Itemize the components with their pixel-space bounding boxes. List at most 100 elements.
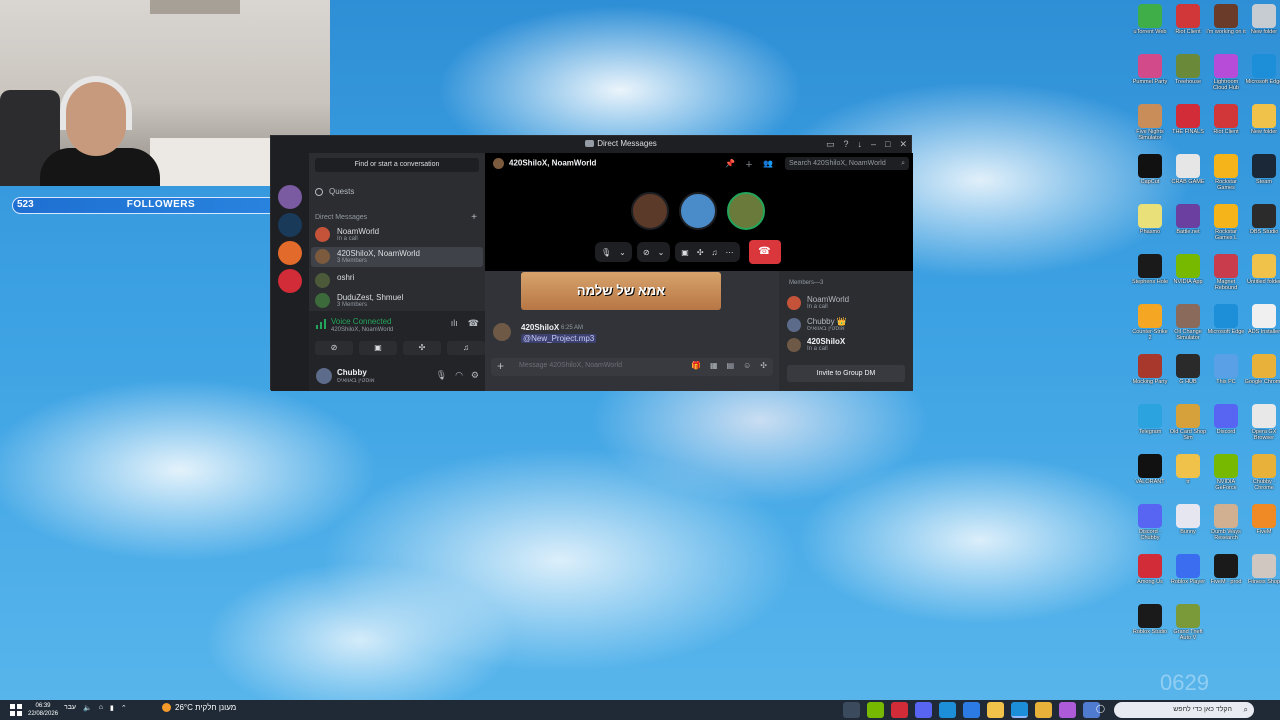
desktop-shortcut[interactable]: Riot Client — [1168, 4, 1208, 52]
message-author[interactable]: 420ShiloX — [521, 323, 559, 332]
headphones-icon[interactable]: ◠ — [455, 370, 463, 381]
activities-button[interactable]: ✣ — [403, 341, 441, 355]
add-dm-icon[interactable]: + — [471, 212, 477, 223]
message-avatar[interactable] — [493, 323, 511, 341]
photos-app-icon[interactable] — [1059, 702, 1076, 718]
microphone-icon[interactable]: 🎙 — [436, 370, 447, 381]
message-composer[interactable]: + Message 420ShiloX, NoamWorld 🎁 ▦ ▤ ☺ ✣ — [491, 358, 773, 376]
desktop-shortcut[interactable]: CapCut — [1130, 154, 1170, 202]
desktop-shortcut[interactable]: OBS Studio — [1244, 204, 1280, 252]
mic-control[interactable]: 🎙 ⌄ — [595, 242, 632, 262]
desktop-shortcut[interactable]: Steam — [1244, 154, 1280, 202]
desktop-shortcut[interactable]: Telegram — [1130, 404, 1170, 452]
quests-link[interactable]: Quests — [315, 187, 354, 196]
desktop-shortcut[interactable]: Counter-Strike 2 — [1130, 304, 1170, 352]
taskbar-search-input[interactable]: הקלד כאן כדי לחפש ⌕ — [1114, 702, 1254, 718]
desktop-shortcut[interactable]: uTorrent Web — [1130, 4, 1170, 52]
desktop-shortcut[interactable]: Opera GX Browser — [1244, 404, 1280, 452]
server-icon[interactable] — [278, 185, 302, 209]
desktop-shortcut[interactable]: Riot Client — [1206, 104, 1246, 152]
edge-app-2-icon[interactable] — [1011, 702, 1028, 718]
disconnect-icon[interactable]: ☎ — [468, 318, 479, 329]
desktop-shortcut[interactable]: Battle.net — [1168, 204, 1208, 252]
end-call-button[interactable]: ☎ — [748, 240, 781, 264]
screen-share-button[interactable]: ▣ — [359, 341, 397, 355]
desktop-shortcut[interactable]: Among Us — [1130, 554, 1170, 602]
desktop-shortcut[interactable]: Roblox Studio — [1130, 604, 1170, 652]
gear-icon[interactable]: ⚙ — [471, 370, 479, 381]
desktop-shortcut[interactable]: This PC — [1206, 354, 1246, 402]
opera-app-icon[interactable] — [891, 702, 908, 718]
message-attachment-link[interactable]: @New_Project.mp3 — [521, 334, 597, 343]
nvidia-app-icon[interactable] — [867, 702, 884, 718]
voice-channel[interactable]: 420ShiloX, NoamWorld — [331, 327, 393, 333]
call-participant-avatar[interactable] — [679, 192, 717, 230]
apps-icon[interactable]: ✣ — [760, 361, 767, 370]
desktop-shortcut[interactable]: Rockstar Games — [1206, 154, 1246, 202]
desktop-shortcut[interactable]: Chubby - Chrome — [1244, 454, 1280, 502]
gif-icon[interactable]: ▦ — [710, 361, 718, 370]
clock[interactable]: 06:39 22/08/2026 — [28, 702, 58, 718]
desktop-shortcut[interactable]: Old Card Shop Sim — [1168, 404, 1208, 452]
dm-item-active[interactable]: 420ShiloX, NoamWorld 3 Members — [311, 247, 483, 267]
desktop-shortcut[interactable]: Phasmo — [1130, 204, 1170, 252]
pin-icon[interactable]: 📌 — [725, 159, 735, 170]
desktop-shortcut[interactable]: Fitness Shop — [1244, 554, 1280, 602]
desktop-shortcut[interactable]: Untitled folder — [1244, 254, 1280, 302]
camera-control[interactable]: ⊘ ⌄ — [636, 242, 671, 262]
start-icon[interactable] — [10, 704, 22, 716]
members-icon[interactable]: 👥 — [763, 159, 773, 170]
discord-app-icon[interactable] — [915, 702, 932, 718]
desktop-shortcut[interactable]: Google Chrome — [1244, 354, 1280, 402]
desktop-shortcut[interactable]: Grand Theft Auto V — [1168, 604, 1208, 652]
member-item[interactable]: 420ShiloX In a call — [787, 337, 907, 355]
channel-search-input[interactable]: Search 420ShiloX, NoamWorld ⌕ — [785, 157, 909, 170]
screen-share-icon[interactable]: ▣ — [681, 248, 689, 257]
server-icon[interactable] — [278, 241, 302, 265]
member-item[interactable]: Chubby 👑 אוסטין באוואיס — [787, 317, 907, 335]
soundboard-button[interactable]: ♫ — [447, 341, 485, 355]
activities-icon[interactable]: ✣ — [697, 248, 704, 257]
desktop-shortcut[interactable]: THE FINALS — [1168, 104, 1208, 152]
task-view-icon[interactable]: ◯ — [1096, 704, 1105, 713]
desktop-shortcut[interactable]: New folder — [1244, 104, 1280, 152]
desktop-shortcut[interactable]: Rockstar Games L — [1206, 204, 1246, 252]
desktop-shortcut[interactable]: tr — [1168, 454, 1208, 502]
desktop-shortcut[interactable]: Five Nights Simulator — [1130, 104, 1170, 152]
desktop-shortcut[interactable]: Pummel Party — [1130, 54, 1170, 102]
desktop-shortcut[interactable]: NVIDIA GeForce — [1206, 454, 1246, 502]
close-icon[interactable]: ✕ — [899, 139, 907, 150]
desktop-shortcut[interactable]: Microsoft Edge — [1244, 54, 1280, 102]
desktop-shortcut[interactable]: Treehouse — [1168, 54, 1208, 102]
desktop-shortcut[interactable]: Dumb Ways Research — [1206, 504, 1246, 552]
desktop-shortcut[interactable]: NVIDIA App — [1168, 254, 1208, 302]
microphone-icon[interactable]: 🎙 — [601, 248, 611, 257]
call-participant-avatar[interactable] — [631, 192, 669, 230]
call-participant-avatar-speaking[interactable] — [727, 192, 765, 230]
language-indicator[interactable]: עבר — [64, 704, 76, 712]
maximize-icon[interactable]: □ — [885, 139, 890, 150]
server-icon[interactable] — [278, 213, 302, 237]
desktop-shortcut[interactable]: Oil Change Simulator — [1168, 304, 1208, 352]
noise-suppression-icon[interactable]: ılı — [451, 318, 458, 329]
add-friends-icon[interactable]: ＋ — [745, 159, 753, 170]
soundboard-icon[interactable]: ♫ — [712, 248, 718, 257]
add-attachment-icon[interactable]: + — [497, 359, 504, 373]
dm-item[interactable]: oshri — [311, 271, 483, 291]
download-icon[interactable]: ↓ — [858, 139, 863, 150]
store-app-icon[interactable] — [963, 702, 980, 718]
emoji-icon[interactable]: ☺ — [743, 361, 751, 370]
desktop-shortcut[interactable]: Stephens Hole — [1130, 254, 1170, 302]
desktop-shortcut[interactable]: Magnet Rebound — [1206, 254, 1246, 302]
chrome-app-icon[interactable] — [1035, 702, 1052, 718]
chat-image-attachment[interactable]: אמא של שלמה — [521, 272, 721, 310]
desktop-shortcut[interactable]: New folder — [1244, 4, 1280, 52]
dm-item[interactable]: DuduZest, Shmuel 3 Members — [311, 291, 483, 311]
minimize-icon[interactable]: – — [871, 139, 876, 150]
desktop-shortcut[interactable]: I'm working on it — [1206, 4, 1246, 52]
desktop-shortcut[interactable]: Lightroom Cloud Hub — [1206, 54, 1246, 102]
inbox-icon[interactable]: ▭ — [826, 139, 835, 150]
camera-off-icon[interactable]: ⊘ — [643, 248, 650, 257]
desktop-shortcut[interactable]: Roblox Player — [1168, 554, 1208, 602]
server-icon-new[interactable] — [278, 269, 302, 293]
